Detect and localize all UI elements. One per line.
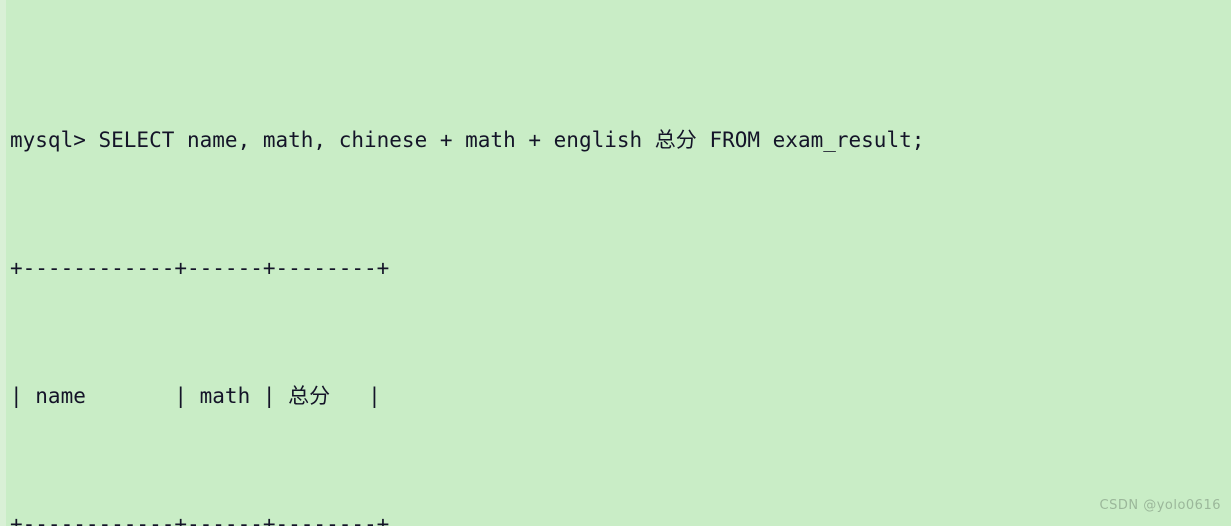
table-header-row: | name | math | 总分 | bbox=[10, 384, 381, 408]
terminal-window[interactable]: mysql> SELECT name, math, chinese + math… bbox=[0, 0, 1231, 526]
watermark-label: CSDN @yolo0616 bbox=[1099, 498, 1221, 513]
terminal-left-edge bbox=[0, 0, 6, 526]
terminal-output: mysql> SELECT name, math, chinese + math… bbox=[10, 28, 1231, 526]
command-line-query: mysql> SELECT name, math, chinese + math… bbox=[10, 128, 925, 152]
table-top-border: +------------+------+--------+ bbox=[10, 256, 390, 280]
table-header-separator: +------------+------+--------+ bbox=[10, 512, 390, 526]
